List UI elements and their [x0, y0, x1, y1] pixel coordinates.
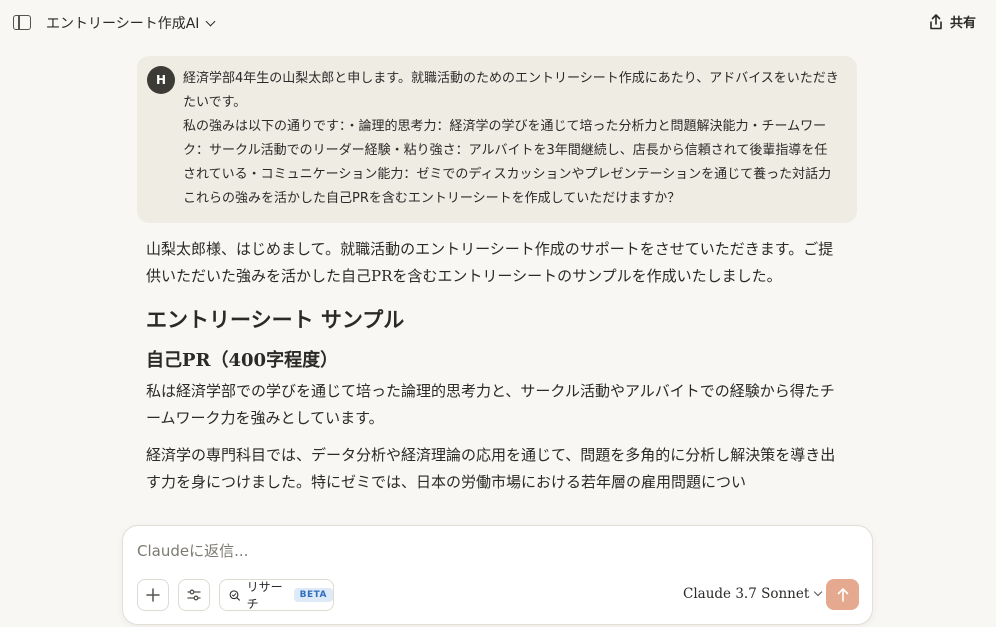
- reply-input[interactable]: [137, 542, 837, 560]
- user-message-text: 経済学部4年生の山梨太郎と申します。就職活動のためのエントリーシート作成にあたり…: [183, 67, 839, 211]
- send-button[interactable]: [826, 579, 859, 610]
- sidebar-toggle-icon[interactable]: [13, 15, 31, 30]
- assistant-message: 山梨太郎様、はじめまして。就職活動のエントリーシート作成のサポートをさせていただ…: [146, 236, 836, 496]
- user-message: H 経済学部4年生の山梨太郎と申します。就職活動のためのエントリーシート作成にあ…: [137, 56, 857, 223]
- share-button[interactable]: 共有: [929, 12, 976, 31]
- research-label: リサーチ: [246, 580, 283, 611]
- top-bar: エントリーシート作成AI 共有: [0, 0, 996, 46]
- tools-button[interactable]: [178, 579, 210, 611]
- chevron-down-icon: [205, 16, 216, 26]
- share-icon: [929, 13, 943, 30]
- share-label: 共有: [949, 16, 976, 31]
- model-selector[interactable]: Claude 3.7 Sonnet: [683, 586, 823, 602]
- response-paragraph: 私は経済学部での学びを通じて培った論理的思考力と、サークル活動やアルバイトでの経…: [146, 382, 835, 427]
- response-heading: エントリーシート サンプル: [146, 307, 405, 332]
- composer: リサーチ BETA Claude 3.7 Sonnet: [122, 525, 873, 625]
- model-label: Claude 3.7 Sonnet: [683, 586, 810, 602]
- response-paragraph: 経済学の専門科目では、データ分析や経済理論の応用を通じて、問題を多角的に分析し解…: [146, 446, 836, 491]
- sliders-icon: [187, 589, 201, 601]
- chat-title-dropdown[interactable]: エントリーシート作成AI: [46, 13, 216, 33]
- chat-title: エントリーシート作成AI: [46, 16, 200, 32]
- user-message-line: 私の強みは以下の通りです：・論理的思考力：経済学の学びを通じて培った分析力と問題…: [183, 119, 832, 182]
- response-subheading: 自己PR（400字程度）: [146, 350, 339, 371]
- research-button[interactable]: リサーチ BETA: [219, 579, 334, 611]
- add-attachment-button[interactable]: [137, 579, 169, 611]
- user-message-line: 経済学部4年生の山梨太郎と申します。就職活動のためのエントリーシート作成にあたり…: [183, 71, 839, 110]
- avatar: H: [147, 66, 175, 94]
- user-message-line: これらの強みを活かした自己PRを含むエントリーシートを作成していただけますか？: [183, 191, 681, 206]
- beta-badge: BETA: [293, 588, 333, 602]
- research-search-icon: [229, 589, 240, 601]
- assistant-intro: 山梨太郎様、はじめまして。就職活動のエントリーシート作成のサポートをさせていただ…: [146, 240, 834, 285]
- plus-icon: [146, 588, 160, 602]
- chevron-down-icon: [814, 587, 823, 597]
- send-arrow-icon: [837, 587, 848, 602]
